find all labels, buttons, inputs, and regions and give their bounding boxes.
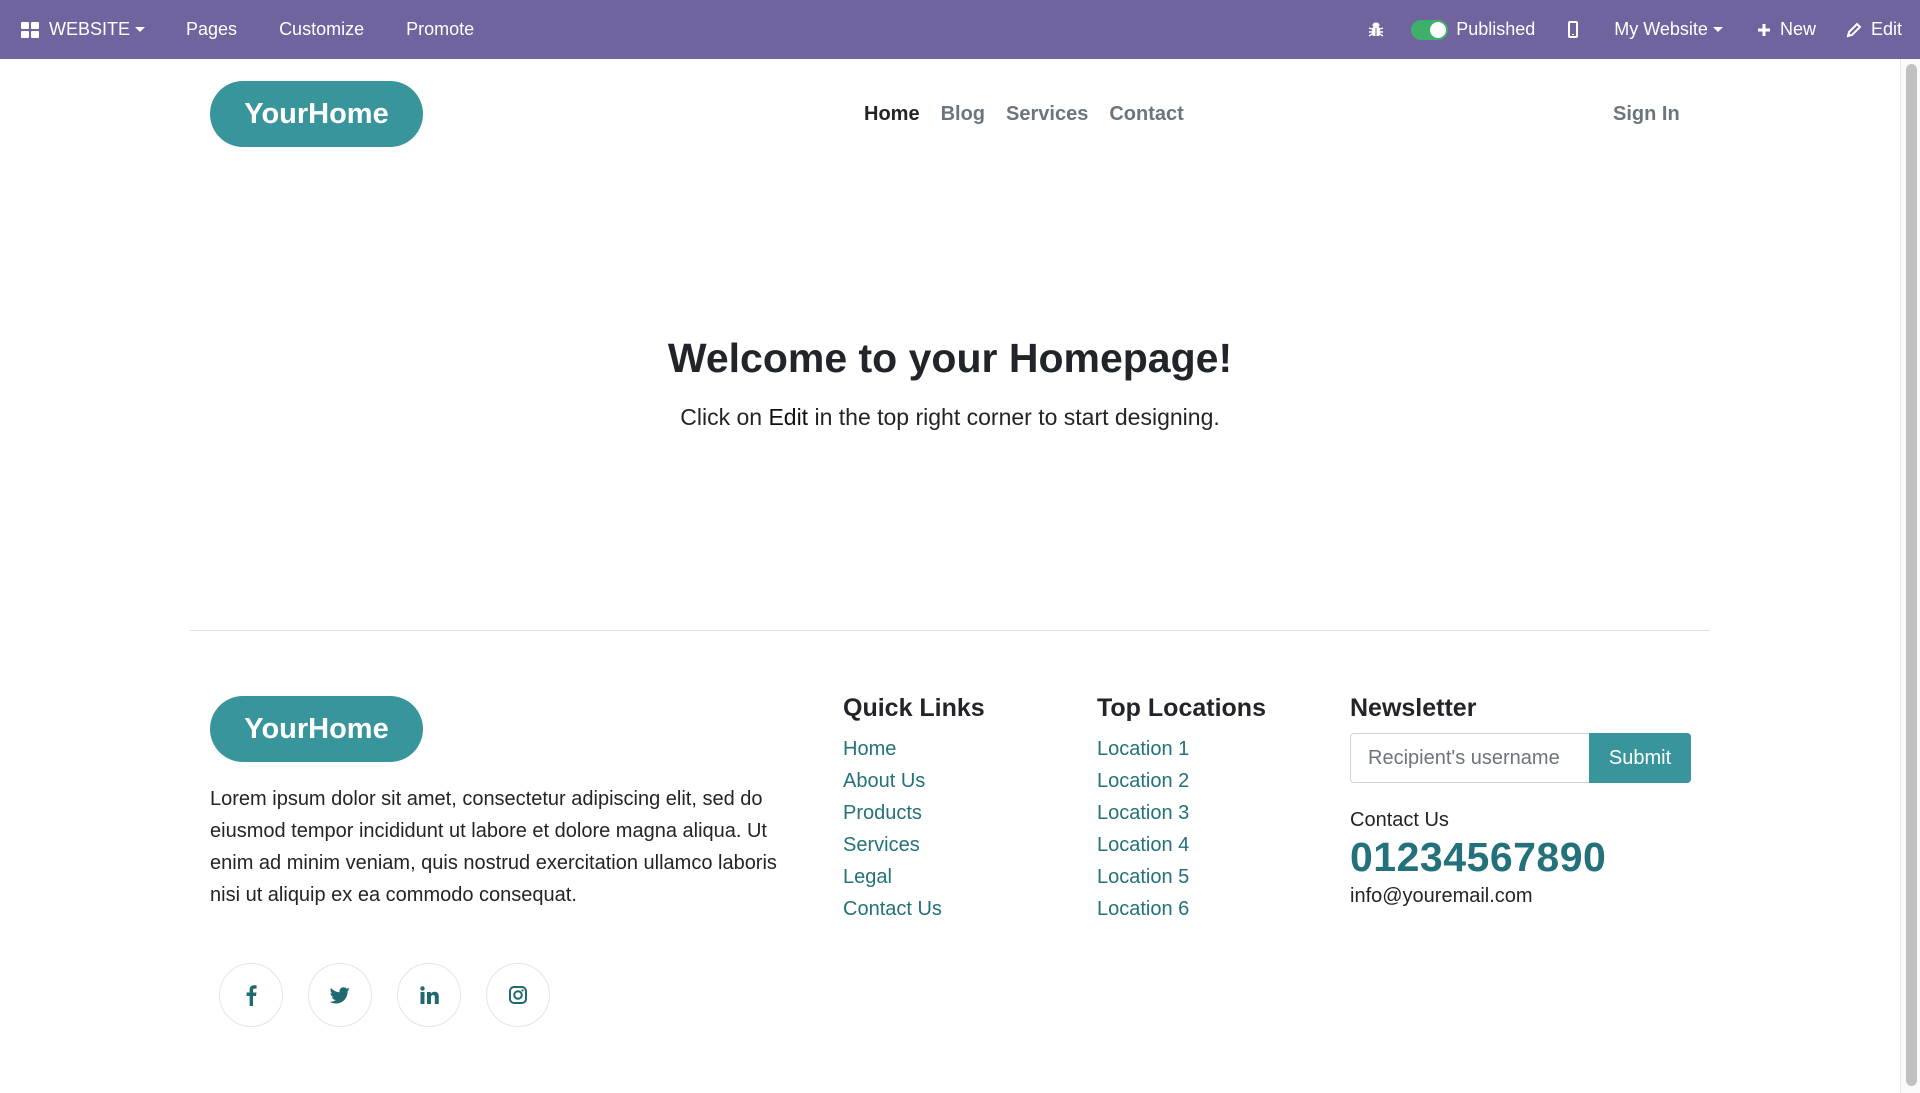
pencil-icon [1846,22,1862,38]
contact-us-label: Contact Us [1350,809,1449,831]
grid-icon [21,21,39,38]
plus-icon [1757,23,1771,37]
quick-links-title: Quick Links [843,694,985,722]
website-app-menu[interactable]: WEBSITE [0,0,165,59]
site-logo[interactable]: YourHome [210,81,423,147]
hero-title: Welcome to your Homepage! [667,335,1233,381]
newsletter-column: Newsletter Submit Contact Us 01234567890… [1350,694,1691,908]
hero-subtitle-edit: Edit [768,404,809,430]
facebook-icon [246,985,257,1006]
contact-email[interactable]: info@youremail.com [1350,885,1691,908]
footer-about-text: Lorem ipsum dolor sit amet, consectetur … [210,788,777,906]
edit-label: Edit [1870,19,1902,39]
instagram-link[interactable] [486,963,550,1027]
nav-blog[interactable]: Blog [941,103,985,126]
contact-phone[interactable]: 01234567890 [1350,834,1691,881]
location-link[interactable]: Location 4 [1097,829,1266,861]
site-label: My Website [1614,19,1708,39]
published-label: Published [1456,19,1536,39]
instagram-icon [509,986,527,1004]
menu-pages[interactable]: Pages [165,0,258,59]
published-switch[interactable] [1411,19,1449,40]
quick-links-column: Quick Links Home About Us Products Servi… [843,694,985,925]
newsletter-submit-button[interactable]: Submit [1589,733,1691,783]
mobile-phone-icon [1568,21,1579,38]
newsletter-title: Newsletter [1350,694,1477,722]
twitter-icon [330,986,350,1003]
location-link[interactable]: Location 2 [1097,765,1266,797]
bug-icon [1368,22,1384,37]
nav-contact[interactable]: Contact [1109,103,1183,126]
menu-customize[interactable]: Customize [258,0,385,59]
mobile-preview-button[interactable] [1550,0,1596,59]
new-button[interactable]: New [1741,0,1832,59]
facebook-link[interactable] [219,963,283,1027]
quick-link-products[interactable]: Products [843,797,985,829]
social-links [219,963,550,1027]
quick-link-home[interactable]: Home [843,733,985,765]
location-link[interactable]: Location 5 [1097,861,1266,893]
quick-link-services[interactable]: Services [843,829,985,861]
hero-subtitle: Click on Edit in the top right corner to… [0,404,1900,431]
edit-button[interactable]: Edit [1832,0,1902,59]
main-nav: Home Blog Services Contact [864,103,1205,126]
app-label: WEBSITE [49,19,131,39]
caret-down-icon [135,27,146,32]
quick-link-contact-us[interactable]: Contact Us [843,893,985,925]
hero-section: Welcome to your Homepage! Click on Edit … [0,335,1900,431]
location-link[interactable]: Location 6 [1097,893,1266,925]
top-locations-column: Top Locations Location 1 Location 2 Loca… [1097,694,1266,925]
footer-logo[interactable]: YourHome [210,696,423,762]
new-label: New [1779,19,1816,39]
nav-services[interactable]: Services [1006,103,1088,126]
menu-promote[interactable]: Promote [385,0,495,59]
site-header: YourHome Home Blog Services Contact Sign… [0,59,1900,171]
footer-divider [190,630,1710,631]
quick-link-about-us[interactable]: About Us [843,765,985,797]
website-admin-bar: WEBSITE Pages Customize Promote Publishe… [0,0,1920,59]
quick-link-legal[interactable]: Legal [843,861,985,893]
page-scrollbar[interactable] [1900,59,1920,1093]
location-link[interactable]: Location 1 [1097,733,1266,765]
newsletter-username-input[interactable] [1350,733,1589,783]
sign-in-link[interactable]: Sign In [1613,103,1680,126]
linkedin-link[interactable] [397,963,461,1027]
location-link[interactable]: Location 3 [1097,797,1266,829]
publish-toggle[interactable]: Published [1401,0,1550,59]
scrollbar-thumb[interactable] [1906,64,1917,1086]
website-switcher[interactable]: My Website [1596,0,1741,59]
nav-home[interactable]: Home [864,103,920,126]
caret-down-icon [1712,27,1723,32]
top-locations-title: Top Locations [1097,694,1266,722]
linkedin-icon [419,986,439,1004]
debug-button[interactable] [1351,0,1401,59]
hero-subtitle-text: in the top right corner to start designi… [808,404,1220,430]
twitter-link[interactable] [308,963,372,1027]
hero-subtitle-text: Click on [680,404,769,430]
newsletter-form: Submit [1350,733,1691,783]
